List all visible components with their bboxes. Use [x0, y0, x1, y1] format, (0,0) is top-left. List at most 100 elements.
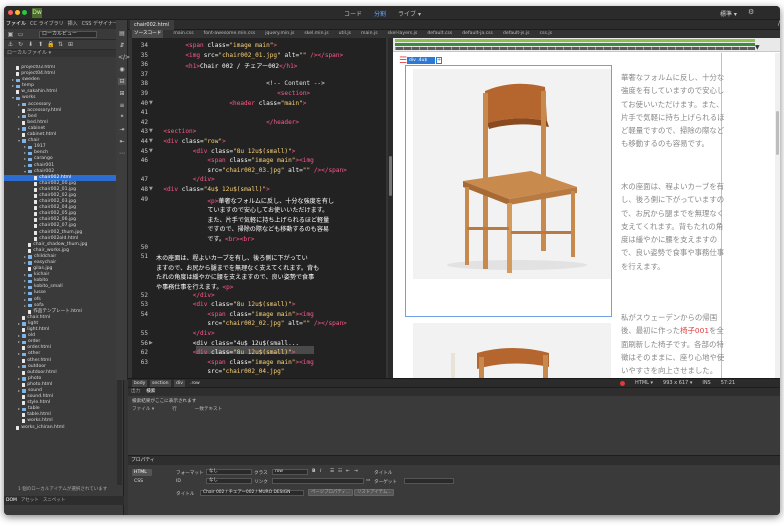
tab-snippets[interactable]: スニペット: [43, 496, 66, 505]
list-item-button[interactable]: リストアイテム...: [354, 489, 395, 496]
related-file-tab[interactable]: main.js: [361, 30, 378, 38]
code-line[interactable]: src="chair002_02.jpg" alt="" /></span>: [156, 320, 346, 327]
related-file-tab[interactable]: default.css: [427, 30, 452, 38]
code-line[interactable]: <section>: [156, 90, 310, 97]
tab-insert[interactable]: 挿入: [68, 20, 78, 29]
format-select[interactable]: なし: [206, 469, 252, 475]
code-line[interactable]: 木の座面は、程よいカーブを有し、後ろ側に下がってい: [156, 253, 308, 262]
code-line[interactable]: <div class="8u 12u$(small)">: [156, 349, 296, 356]
code-line[interactable]: </div>: [156, 330, 215, 337]
file-management-icon[interactable]: ⇵: [118, 42, 126, 49]
fold-toggle-icon[interactable]: ▼: [149, 138, 153, 144]
related-file-tab[interactable]: skel-layers.js: [388, 30, 418, 38]
code-line[interactable]: ていますので安心してお使いいただけます。: [156, 205, 328, 214]
code-line[interactable]: <h1>Chair 002 / チェアー002</h1>: [156, 61, 297, 70]
code-line[interactable]: <img src="chair002_01.jpg" alt="" /></sp…: [156, 52, 343, 59]
tab-css-designer[interactable]: CSS デザイナー: [82, 20, 118, 29]
live-view[interactable]: ▼ ☰ div .4u$ + 華奢なフォルムに反し、十分な強度を有していますので…: [393, 38, 780, 378]
chair001-link[interactable]: 椅子001: [680, 326, 709, 335]
code-view-button[interactable]: コード: [344, 9, 362, 18]
tab-search[interactable]: 検索: [146, 388, 155, 396]
expand-icon[interactable]: ⊞: [67, 41, 74, 48]
bold-button[interactable]: B: [312, 469, 316, 474]
code-line[interactable]: <span class="image main"><img: [156, 311, 313, 318]
folder-icon[interactable]: ▭: [17, 31, 24, 38]
related-file-tab[interactable]: css.js: [540, 30, 552, 38]
related-file-tab[interactable]: default-ja.css: [462, 30, 493, 38]
workspace-select[interactable]: 標準 ▾: [720, 9, 737, 18]
put-files-icon[interactable]: ⬆: [37, 41, 44, 48]
ordered-list-icon[interactable]: ☷: [338, 469, 342, 474]
element-hud-tag[interactable]: div .4u$: [407, 57, 435, 64]
tag-crumb-body[interactable]: body: [132, 380, 148, 387]
media-query-bar[interactable]: [395, 39, 755, 42]
code-line[interactable]: </header>: [156, 119, 299, 126]
document-tab[interactable]: chair002.html: [130, 20, 174, 30]
tag-crumb-row[interactable]: .row: [188, 380, 202, 387]
fold-toggle-icon[interactable]: ▼: [149, 128, 153, 134]
code-line[interactable]: です。<br><br>: [156, 234, 254, 243]
related-file-tab[interactable]: skel.min.js: [304, 30, 328, 38]
target-select[interactable]: [404, 478, 454, 484]
code-line[interactable]: や事務仕事を行えます。<p>: [156, 282, 233, 291]
tab-cc-libraries[interactable]: CC ライブラリ: [30, 20, 64, 29]
expand-all-icon[interactable]: ⊞: [118, 90, 126, 97]
related-file-tab[interactable]: main.css: [173, 30, 193, 38]
code-line[interactable]: <header class="main">: [156, 100, 306, 107]
tab-assets[interactable]: アセット: [21, 496, 39, 505]
related-file-tab[interactable]: util.js: [339, 30, 351, 38]
tag-crumb-div[interactable]: div: [174, 380, 185, 387]
code-navigator-icon[interactable]: </>: [118, 54, 130, 61]
link-folder-icon[interactable]: ▭: [366, 478, 370, 483]
code-line[interactable]: <section>: [156, 128, 196, 135]
connect-icon[interactable]: ⚓: [7, 41, 14, 48]
fold-toggle-icon[interactable]: ▼: [149, 186, 153, 192]
link-input[interactable]: [272, 478, 364, 484]
code-line[interactable]: <div class="8u 12u$(small)">: [156, 148, 296, 155]
html-properties-button[interactable]: HTML: [132, 469, 152, 476]
code-line[interactable]: </div>: [156, 292, 215, 299]
lock-icon[interactable]: 🔒: [47, 41, 54, 48]
scrubber-marker-icon[interactable]: ▼: [755, 44, 760, 51]
tab-files[interactable]: ファイル: [6, 20, 26, 29]
file-row[interactable]: works_ichiran.html: [4, 425, 116, 431]
minimize-window-button[interactable]: [15, 10, 20, 15]
code-collapse-icon[interactable]: ⊟: [118, 78, 126, 85]
code-line[interactable]: また、片手で気軽に持ち上げられるほど軽量: [156, 215, 329, 224]
code-line[interactable]: src="chair002_04.jpg": [156, 368, 284, 375]
live-view-button[interactable]: ライブ ▾: [398, 9, 421, 18]
id-select[interactable]: なし: [206, 478, 252, 484]
code-line[interactable]: <div class="row">: [156, 138, 225, 145]
comment-icon[interactable]: ❝: [118, 114, 126, 121]
related-file-tab[interactable]: ソースコード: [132, 30, 164, 38]
code-line[interactable]: <div class="4u$ 12u$(small...: [156, 340, 299, 347]
fold-toggle-icon[interactable]: ▶: [149, 340, 153, 346]
gear-icon[interactable]: ⚙: [748, 8, 758, 18]
tab-dom[interactable]: DOM: [6, 496, 17, 505]
view-select[interactable]: ローカルビュー: [39, 30, 97, 38]
tag-crumb-section[interactable]: section: [150, 380, 171, 387]
document-title-input[interactable]: Chair 002 / チェアー002 / MURO DESIGN: [200, 490, 304, 496]
code-line[interactable]: src="chair002_03.jpg" alt="" /></span>: [156, 167, 346, 174]
code-scrollbar-thumb[interactable]: [389, 156, 392, 196]
split-view-button[interactable]: 分割: [374, 9, 386, 18]
site-icon[interactable]: ▣: [7, 31, 14, 38]
live-view-scrollbar-thumb[interactable]: [776, 111, 779, 155]
column-line[interactable]: 行: [172, 406, 177, 412]
unordered-list-icon[interactable]: ☰: [330, 469, 334, 474]
outdent-button-icon[interactable]: ⇤: [346, 469, 350, 474]
fold-toggle-icon[interactable]: ▼: [149, 148, 153, 154]
more-tools-icon[interactable]: ⋯: [118, 150, 126, 157]
get-files-icon[interactable]: ⬇: [27, 41, 34, 48]
code-line[interactable]: たれの角度は緩やかに腰を支えますので、良い姿勢で食事: [156, 272, 314, 281]
code-line[interactable]: ますので、お尻から腿までを無理なく支えてくれます。背も: [156, 263, 319, 272]
media-query-ruler[interactable]: ▼: [393, 38, 780, 52]
maximize-window-button[interactable]: [22, 10, 27, 15]
outdent-icon[interactable]: ⇤: [118, 138, 126, 145]
indent-icon[interactable]: ⇥: [118, 126, 126, 133]
italic-button[interactable]: I: [320, 469, 321, 474]
close-window-button[interactable]: [8, 10, 13, 15]
code-line[interactable]: <span class="image main"><img: [156, 359, 313, 366]
column-file[interactable]: ファイル ▾: [132, 406, 154, 412]
code-line[interactable]: <!-- Content -->: [156, 80, 325, 87]
